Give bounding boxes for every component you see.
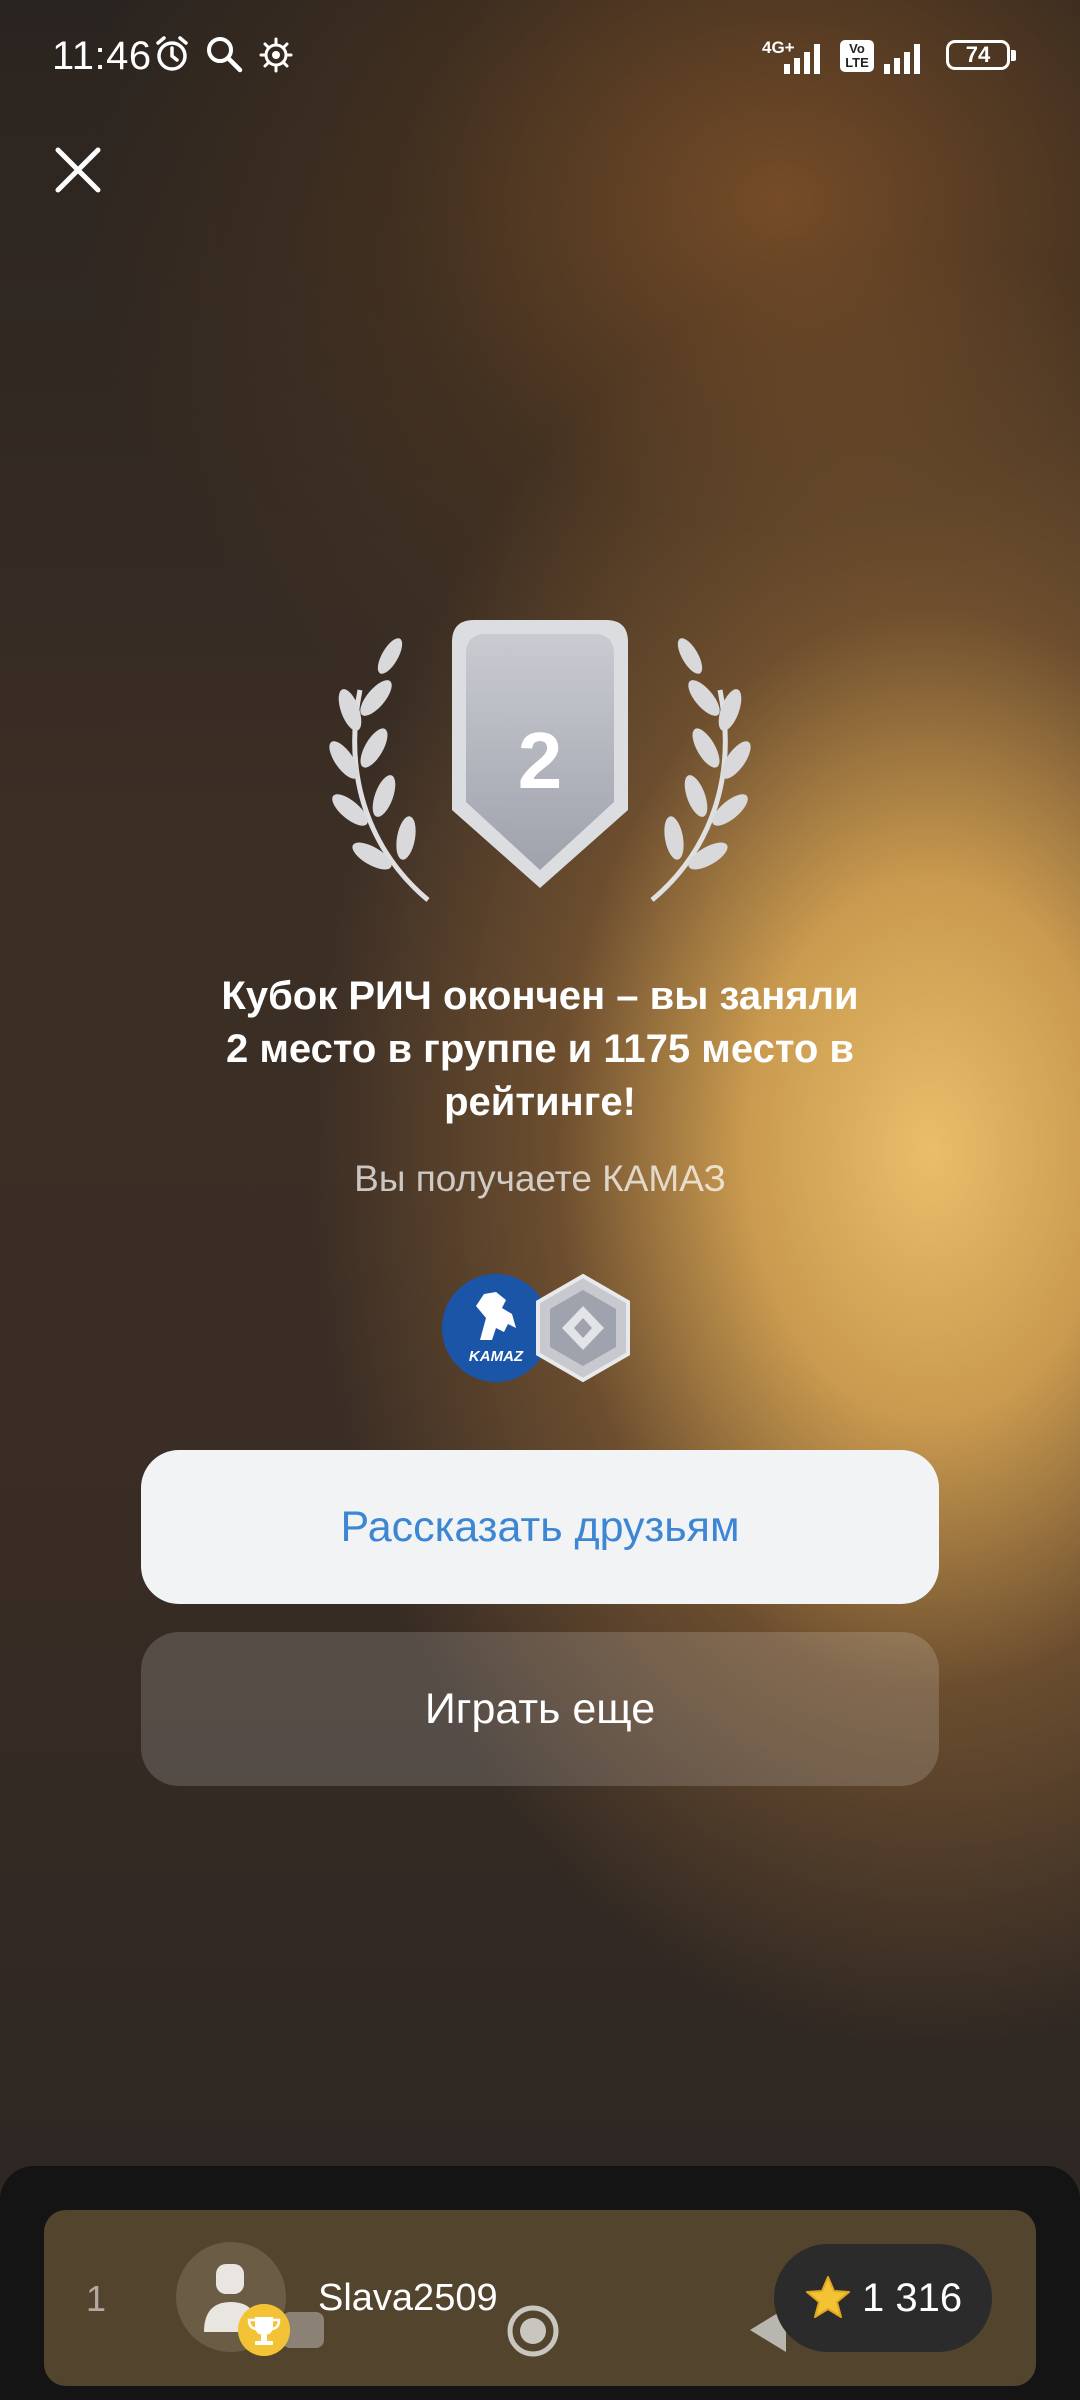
silver-rank-icon xyxy=(536,1273,630,1383)
nav-home-icon[interactable] xyxy=(506,2304,560,2358)
status-time: 11:46 xyxy=(52,34,152,78)
score-badge: 1 316 xyxy=(774,2244,992,2352)
headline-line-1: Кубок РИЧ окончен – вы заняли xyxy=(221,974,859,1018)
result-headline: Кубок РИЧ окончен – вы заняли 2 место в … xyxy=(140,970,940,1129)
player-username: Slava2509 xyxy=(318,2277,498,2319)
score-value: 1 316 xyxy=(862,2276,963,2320)
kamaz-horse-icon xyxy=(476,1292,516,1340)
close-icon[interactable] xyxy=(48,140,108,200)
reward-text: Вы получаете КАМАЗ xyxy=(354,1158,726,1199)
reward-icons: KAMAZ xyxy=(440,1272,640,1384)
volte-badge: Vo LTE xyxy=(840,40,874,72)
second-place-badge: 2 xyxy=(320,620,760,910)
headline-line-2: 2 место в группе и 1175 место в xyxy=(225,1027,855,1071)
star-icon xyxy=(806,2276,850,2318)
signal-1-icon xyxy=(784,44,820,74)
trophy-icon xyxy=(238,2304,290,2356)
player-rank: 1 xyxy=(86,2278,107,2319)
headline-line-3: рейтинге! xyxy=(444,1080,636,1124)
settings-bug-icon xyxy=(259,37,293,73)
place-number: 2 xyxy=(517,716,563,805)
share-friends-button[interactable]: Рассказать друзьям xyxy=(141,1450,939,1604)
signal-2-icon xyxy=(884,44,920,74)
battery-indicator: 74 xyxy=(946,40,1016,70)
alarm-icon xyxy=(156,36,188,71)
play-again-button[interactable]: Играть еще xyxy=(141,1632,939,1786)
search-icon xyxy=(207,37,243,73)
